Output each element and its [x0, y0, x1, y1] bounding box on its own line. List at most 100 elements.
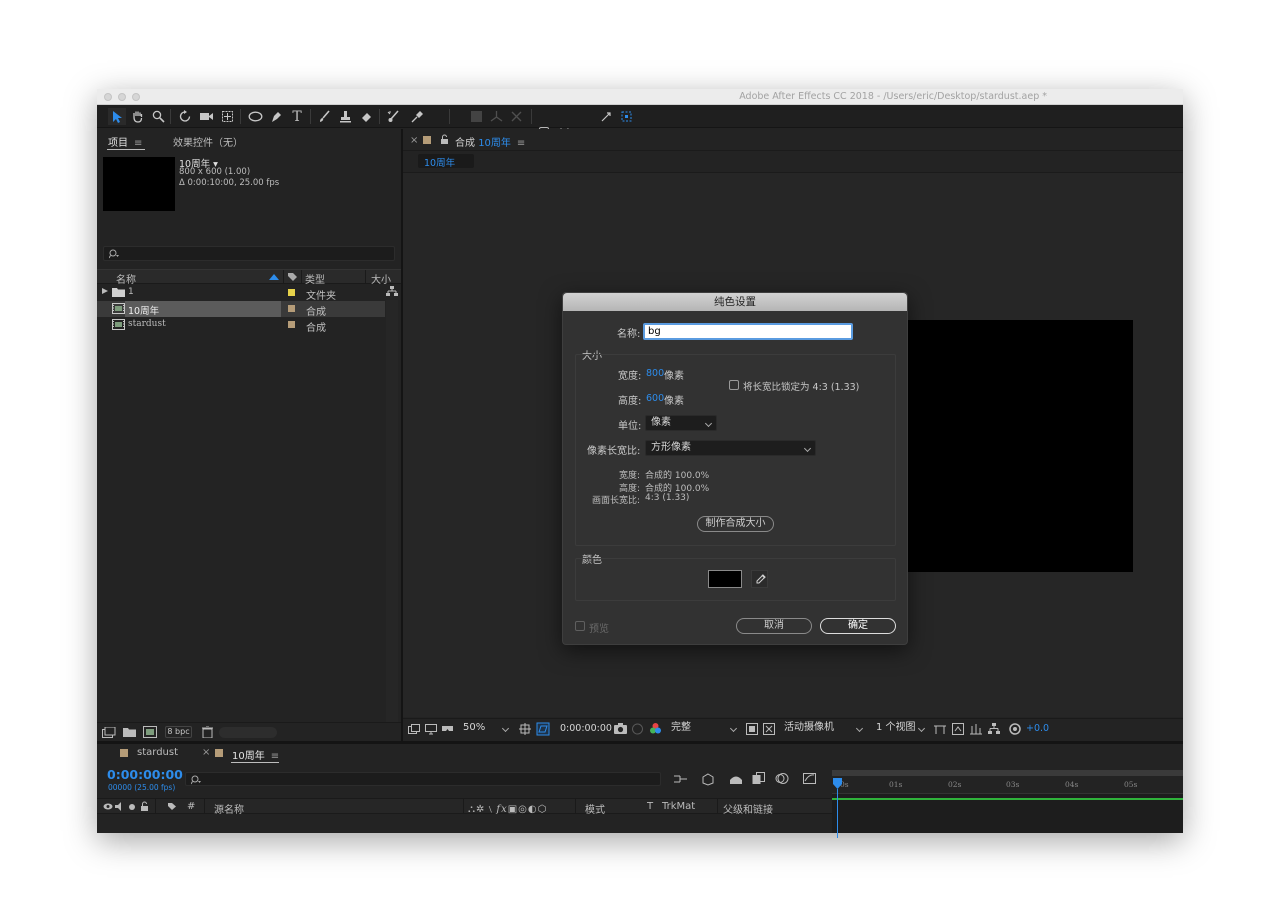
minimize-window-button[interactable]: [118, 93, 126, 101]
selection-tool-icon[interactable]: [108, 108, 126, 125]
expand-arrow-icon[interactable]: [102, 288, 108, 294]
lock-aspect-checkbox[interactable]: [729, 380, 739, 390]
tab-composition[interactable]: 合成 10周年 ≡: [455, 134, 525, 149]
comp-mini-flowchart-icon[interactable]: [674, 774, 688, 785]
title-action-safe-icon[interactable]: [519, 723, 531, 735]
bit-depth-button[interactable]: 8 bpc: [165, 726, 192, 738]
eyedropper-button[interactable]: [751, 570, 768, 588]
column-t[interactable]: T: [647, 801, 653, 812]
timeline-search-input[interactable]: [185, 772, 661, 786]
close-window-button[interactable]: [104, 93, 112, 101]
panel-menu-icon[interactable]: ≡: [271, 751, 279, 762]
column-number[interactable]: #: [187, 801, 195, 812]
snapshot-icon[interactable]: [614, 723, 627, 734]
color-swatch[interactable]: [708, 570, 742, 588]
width-value[interactable]: 800: [646, 368, 664, 379]
frame-blending-icon[interactable]: [752, 772, 765, 785]
list-item[interactable]: stardust 合成: [97, 317, 385, 334]
timeline-icon[interactable]: [970, 723, 982, 735]
lock-icon[interactable]: [440, 134, 449, 145]
close-tab-icon[interactable]: ×: [202, 747, 210, 758]
puppet-pin-tool-icon[interactable]: [408, 108, 426, 125]
label-color-swatch[interactable]: [288, 321, 295, 328]
type-tool-icon[interactable]: T: [288, 108, 306, 125]
interpret-footage-icon[interactable]: [102, 727, 116, 738]
fast-previews-icon[interactable]: [952, 723, 964, 735]
label-tag-icon[interactable]: [167, 802, 177, 811]
pen-tool-icon[interactable]: [267, 108, 285, 125]
time-ruler-area[interactable]: 0s 01s 02s 03s 04s 05s: [832, 770, 1183, 838]
make-comp-size-button[interactable]: 制作合成大小: [697, 516, 774, 532]
show-snapshot-icon[interactable]: [631, 723, 644, 735]
camera-view-select[interactable]: 活动摄像机: [779, 721, 867, 737]
magnification-select[interactable]: 50%: [458, 721, 513, 737]
pixel-aspect-select[interactable]: 方形像素: [645, 440, 816, 456]
mask-visibility-icon[interactable]: [536, 722, 550, 736]
cancel-button[interactable]: 取消: [736, 618, 812, 634]
tab-timeline-10th[interactable]: 10周年 ≡: [232, 747, 279, 762]
shy-layers-icon[interactable]: [729, 773, 743, 785]
clone-stamp-tool-icon[interactable]: [336, 108, 354, 125]
column-mode[interactable]: 模式: [585, 801, 605, 816]
audio-icon[interactable]: [115, 802, 125, 811]
panel-menu-icon[interactable]: ≡: [134, 138, 142, 149]
column-trkmat[interactable]: TrkMat: [662, 801, 695, 812]
ellipse-tool-icon[interactable]: [246, 108, 264, 125]
exposure-value[interactable]: +0.0: [1026, 723, 1049, 734]
eye-icon[interactable]: [103, 803, 113, 810]
brush-tool-icon[interactable]: [315, 108, 333, 125]
snapping-options-icon[interactable]: [597, 108, 615, 125]
zoom-window-button[interactable]: [132, 93, 140, 101]
height-value[interactable]: 600: [646, 393, 664, 404]
tab-effect-controls[interactable]: 效果控件（无）: [173, 134, 243, 149]
new-folder-icon[interactable]: [123, 727, 136, 737]
lock-icon[interactable]: [140, 801, 149, 812]
current-time-display[interactable]: 0:00:00:00: [560, 723, 612, 734]
project-scrollbar[interactable]: [386, 300, 398, 733]
pan-behind-tool-icon[interactable]: [218, 108, 236, 125]
monitor-icon[interactable]: [425, 724, 437, 735]
reset-exposure-icon[interactable]: [1009, 723, 1021, 735]
toggle-pixel-aspect-icon[interactable]: [934, 723, 946, 735]
preview-checkbox[interactable]: [575, 621, 585, 631]
tab-project[interactable]: 项目 ≡: [108, 134, 142, 149]
solo-icon[interactable]: [129, 804, 135, 810]
timeline-current-time[interactable]: 0:00:00:00: [107, 767, 183, 782]
list-item[interactable]: 10周年 合成: [97, 301, 385, 318]
local-axis-icon[interactable]: [467, 108, 485, 125]
tab-timeline-stardust[interactable]: stardust: [137, 747, 178, 758]
panel-menu-icon[interactable]: ≡: [517, 138, 525, 149]
transparency-grid-icon[interactable]: [763, 723, 775, 735]
column-parent[interactable]: 父级和链接: [723, 801, 773, 816]
project-search-input[interactable]: [103, 246, 395, 261]
list-item[interactable]: 1 文件夹: [97, 285, 385, 302]
time-ruler[interactable]: 0s 01s 02s 03s 04s 05s: [832, 776, 1183, 794]
rotate-tool-icon[interactable]: [176, 108, 194, 125]
motion-blur-icon[interactable]: [775, 772, 789, 785]
comp-breadcrumb[interactable]: 10周年: [418, 154, 474, 169]
flowchart-icon[interactable]: [386, 286, 398, 297]
units-select[interactable]: 像素: [645, 415, 717, 431]
label-color-swatch[interactable]: [288, 305, 295, 312]
label-color-swatch[interactable]: [288, 289, 295, 296]
always-preview-icon[interactable]: [408, 724, 420, 734]
camera-tool-icon[interactable]: [197, 108, 215, 125]
thumbnail-scroll[interactable]: [219, 727, 277, 738]
draft-3d-icon[interactable]: [701, 772, 715, 786]
graph-editor-icon[interactable]: [803, 771, 817, 785]
eraser-tool-icon[interactable]: [357, 108, 375, 125]
ok-button[interactable]: 确定: [820, 618, 896, 634]
new-composition-icon[interactable]: [143, 726, 157, 738]
color-channels-icon[interactable]: [649, 722, 662, 735]
flowchart-icon[interactable]: [988, 723, 1000, 735]
close-tab-icon[interactable]: ×: [410, 135, 418, 146]
trash-icon[interactable]: [202, 726, 213, 738]
layer-switches-icons[interactable]: ⛬✲﹨fx▣◎◐⬡: [468, 800, 547, 815]
resolution-select[interactable]: 完整: [666, 721, 741, 737]
column-source-name[interactable]: 源名称: [214, 801, 244, 816]
snap-target-icon[interactable]: [617, 108, 635, 125]
world-axis-icon[interactable]: [487, 108, 505, 125]
region-of-interest-icon[interactable]: [746, 723, 758, 735]
name-input[interactable]: bg: [643, 323, 853, 340]
view-axis-icon[interactable]: [507, 108, 525, 125]
